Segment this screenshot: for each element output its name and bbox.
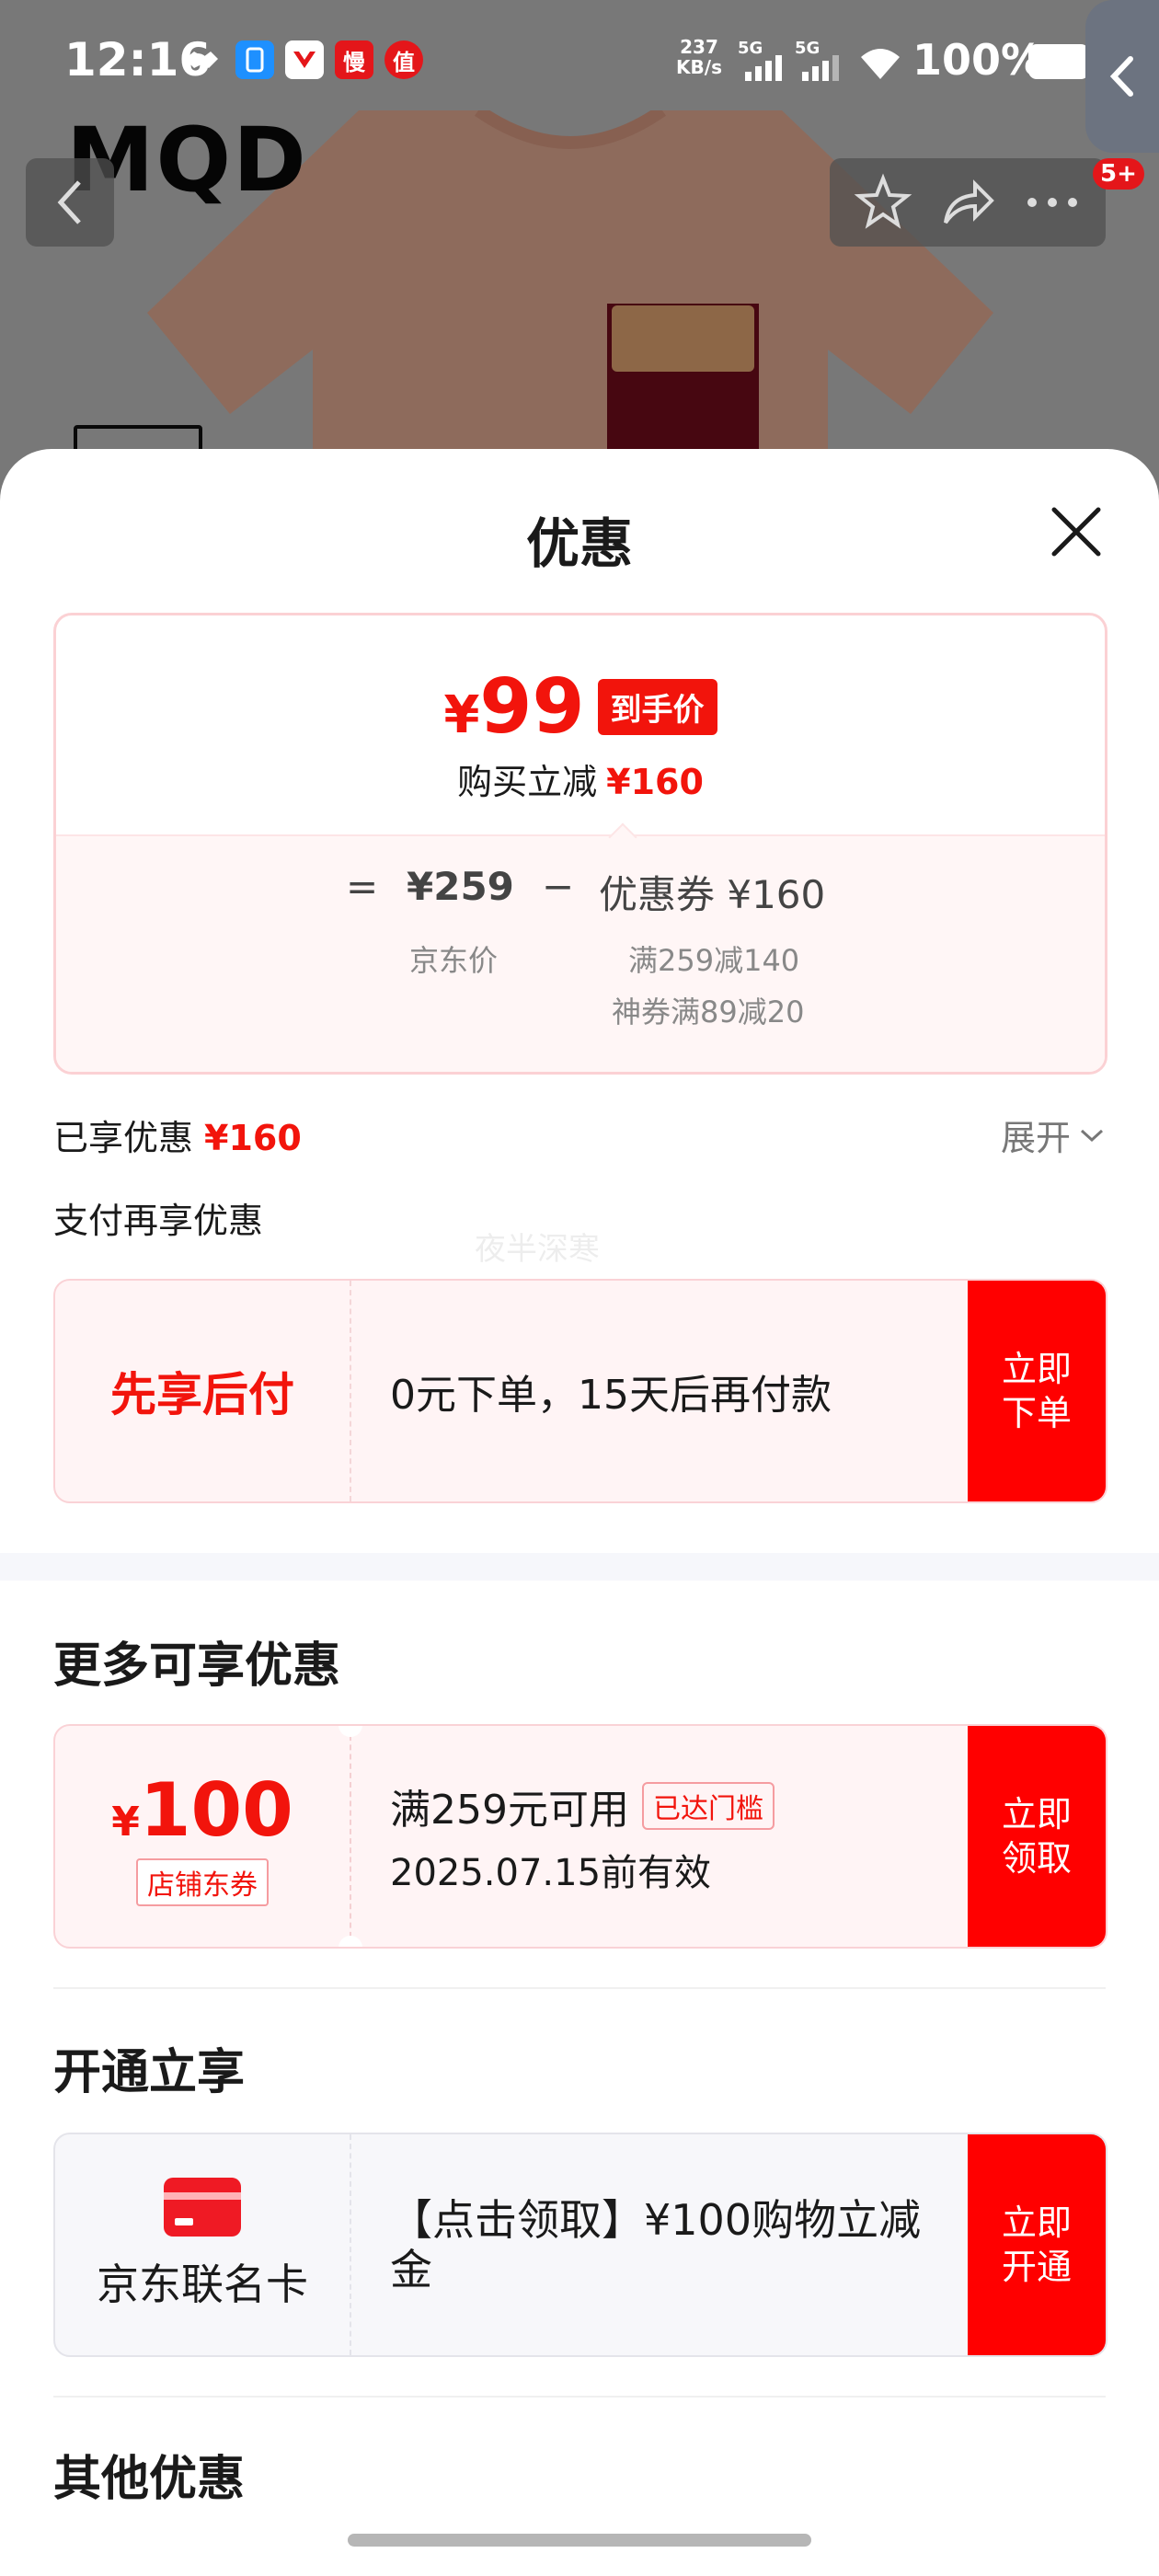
open-card-button[interactable]: 立即 开通 <box>968 2134 1106 2355</box>
minus-sign: − <box>542 864 575 909</box>
equals-sign: = <box>346 864 379 909</box>
status-bar: 12:16 慢 值 237 KB/s 5G 5G 100% <box>0 0 1159 129</box>
battery-icon <box>1028 44 1089 79</box>
credit-card-icon <box>164 2178 241 2237</box>
threshold-reached-tag: 已达门槛 <box>641 1782 775 1830</box>
order-now-button[interactable]: 立即 下单 <box>968 1281 1106 1501</box>
price-summary-card: ¥ 99 到手价 购买立减 ¥160 = ¥259 − 优惠券 ¥160 京东价 … <box>53 613 1107 1075</box>
final-price-tag: 到手价 <box>597 679 717 735</box>
bnpl-card: 先享后付 0元下单，15天后再付款 立即 下单 <box>53 1279 1107 1503</box>
value-icon: 值 <box>384 40 423 79</box>
close-icon[interactable] <box>1047 502 1106 561</box>
divider <box>53 2396 1106 2398</box>
phone-card-icon <box>235 40 274 79</box>
manga-icon: 慢 <box>335 40 373 79</box>
message-badge: 5+ <box>1093 158 1144 190</box>
sheet-title: 优惠 <box>525 512 633 575</box>
pay-again-label: 支付再享优惠 <box>53 1201 264 1241</box>
star-icon[interactable] <box>854 173 912 232</box>
bnpl-title: 先享后付 <box>110 1368 294 1421</box>
enjoyed-discount: 已享优惠 ¥160 <box>53 1118 302 1158</box>
coupon-detail: 神券满89减20 <box>612 995 805 1029</box>
side-panel-tab[interactable] <box>1085 0 1159 153</box>
back-button[interactable] <box>26 158 114 247</box>
chevron-left-icon <box>1109 56 1133 97</box>
bnpl-text: 0元下单，15天后再付款 <box>390 1372 832 1419</box>
shop-coupon-tag: 店铺东券 <box>136 1857 269 1906</box>
net-speed: 237 KB/s <box>676 36 722 78</box>
coupon-expiry: 2025.07.15前有效 <box>390 1852 712 1894</box>
instant-reduction: 购买立减 ¥160 <box>457 762 704 802</box>
more-icon[interactable] <box>1023 193 1082 212</box>
section-divider <box>0 1553 1159 1581</box>
signal-icon: 5G <box>738 39 793 83</box>
coupon-detail: 满259减140 <box>628 943 800 978</box>
card-offer: 【点击领取】¥100购物立减金 <box>390 2195 922 2294</box>
discount-sheet: 优惠 ¥ 99 到手价 购买立减¥160 = ¥259 − 优惠券 ¥160 <box>0 449 1159 2576</box>
open-benefits-title: 开通立享 <box>53 2045 246 2100</box>
coupon-condition: 满259元可用 <box>390 1787 629 1834</box>
wifi-icon <box>861 49 900 79</box>
battery-percent: 100% <box>912 35 1044 85</box>
divider <box>53 1987 1106 1989</box>
other-offers-title: 其他优惠 <box>53 2452 246 2507</box>
coupon-value: ¥ 100 <box>111 1766 293 1853</box>
back-arrow-icon <box>57 180 81 224</box>
news-icon <box>285 40 324 79</box>
claim-coupon-button[interactable]: 立即 领取 <box>968 1726 1106 1947</box>
share-icon[interactable] <box>938 173 997 232</box>
expand-button[interactable]: 展开 <box>1001 1110 1106 1160</box>
co-branded-card: 京东联名卡 【点击领取】¥100购物立减金 立即 开通 <box>53 2133 1107 2357</box>
top-action-group <box>830 158 1106 247</box>
jd-price-label: 京东价 <box>409 943 499 978</box>
coupon-total: 优惠券 ¥160 <box>599 872 826 917</box>
handshake-icon <box>182 40 221 79</box>
jd-price: ¥259 <box>407 864 514 909</box>
price-breakdown: = ¥259 − 优惠券 ¥160 京东价 满259减140 神券满89减20 <box>56 834 1105 1072</box>
watermark: 夜半深寒 <box>475 1231 600 1268</box>
signal-icon: 5G <box>795 39 850 83</box>
shop-coupon-card: ¥ 100 店铺东券 满259元可用 已达门槛 2025.07.15前有效 立即… <box>53 1724 1107 1949</box>
home-indicator[interactable] <box>348 2534 811 2547</box>
card-name: 京东联名卡 <box>97 2260 308 2309</box>
chevron-down-icon <box>1080 1129 1104 1142</box>
more-offers-title: 更多可享优惠 <box>53 1639 341 1694</box>
final-price: ¥ 99 <box>443 663 585 751</box>
